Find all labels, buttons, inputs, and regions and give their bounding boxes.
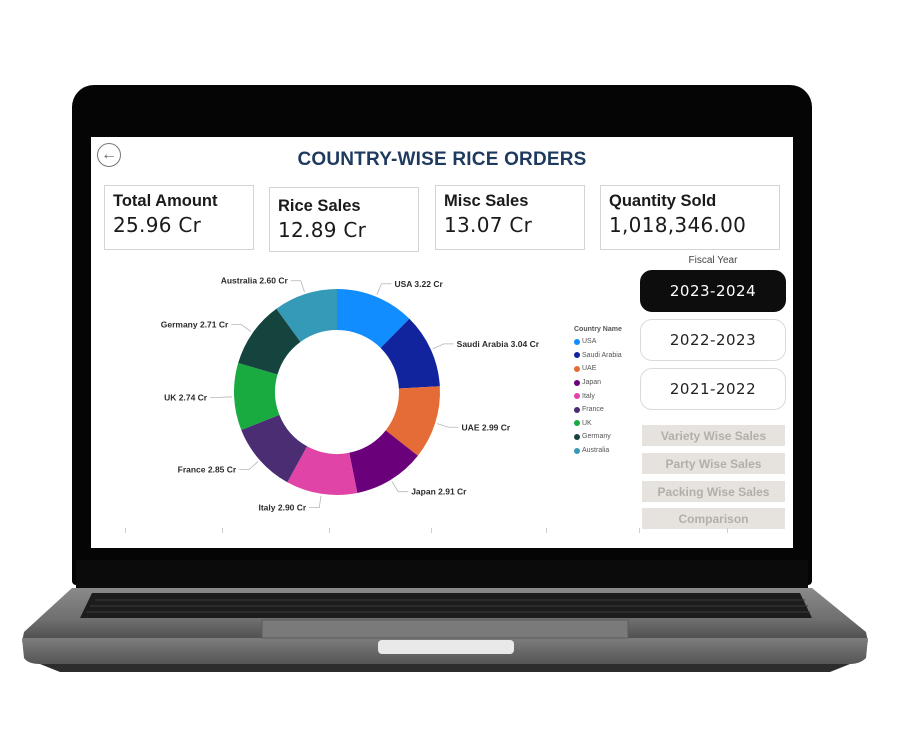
data-label-uk: UK 2.74 Cr bbox=[164, 392, 208, 402]
data-label-australia: Australia 2.60 Cr bbox=[221, 276, 289, 286]
leader-line-saudi-arabia bbox=[432, 343, 454, 350]
leader-line-france bbox=[239, 461, 259, 470]
data-label-usa: USA 3.22 Cr bbox=[394, 279, 443, 289]
legend-label: Germany bbox=[582, 433, 611, 441]
legend-label: Australia bbox=[582, 447, 610, 455]
comparison-button[interactable]: Comparison bbox=[642, 508, 785, 529]
legend-item-saudi-arabia[interactable]: Saudi Arabia bbox=[574, 349, 622, 363]
fiscal-year-option-2023-2024[interactable]: 2023-2024 bbox=[640, 270, 786, 312]
tick-mark bbox=[546, 528, 547, 533]
legend-label: Italy bbox=[582, 392, 595, 400]
legend-dot-icon bbox=[574, 447, 580, 454]
leader-line-usa bbox=[376, 283, 392, 296]
legend-item-italy[interactable]: Italy bbox=[574, 389, 622, 403]
legend-dot-icon bbox=[574, 406, 580, 413]
legend-dot-icon bbox=[574, 433, 580, 440]
trackpad bbox=[261, 619, 629, 639]
legend-label: UAE bbox=[582, 365, 597, 373]
fiscal-year-option-2022-2023[interactable]: 2022-2023 bbox=[640, 319, 786, 361]
legend-item-france[interactable]: France bbox=[574, 403, 622, 417]
data-label-france: France 2.85 Cr bbox=[178, 464, 237, 474]
data-label-japan: Japan 2.91 Cr bbox=[411, 487, 467, 497]
party-wise-sales-button[interactable]: Party Wise Sales bbox=[642, 453, 785, 474]
legend-item-germany[interactable]: Germany bbox=[574, 430, 622, 444]
tick-mark bbox=[639, 528, 640, 533]
leader-line-uae bbox=[436, 423, 459, 428]
laptop-notch bbox=[378, 640, 514, 654]
leader-line-australia bbox=[290, 280, 305, 293]
variety-wise-sales-button[interactable]: Variety Wise Sales bbox=[642, 425, 785, 446]
legend-label: Saudi Arabia bbox=[582, 351, 622, 359]
legend-dot-icon bbox=[574, 338, 580, 345]
tick-mark bbox=[727, 528, 728, 533]
legend-dot-icon bbox=[574, 393, 580, 400]
tick-mark bbox=[222, 528, 223, 533]
tick-mark bbox=[329, 528, 330, 533]
dashboard-screen: ← COUNTRY-WISE RICE ORDERS Total Amount … bbox=[91, 137, 793, 548]
fiscal-year-label: Fiscal Year bbox=[688, 255, 738, 266]
legend-dot-icon bbox=[574, 420, 580, 427]
legend-title: Country Name bbox=[574, 326, 622, 333]
legend-item-usa[interactable]: USA bbox=[574, 335, 622, 349]
laptop-base bbox=[22, 560, 868, 672]
legend-label: France bbox=[582, 406, 604, 414]
legend-item-australia[interactable]: Australia bbox=[574, 444, 622, 458]
legend-item-uk[interactable]: UK bbox=[574, 417, 622, 431]
packing-wise-sales-button[interactable]: Packing Wise Sales bbox=[642, 481, 785, 502]
tick-mark bbox=[125, 528, 126, 533]
legend-item-japan[interactable]: Japan bbox=[574, 376, 622, 390]
legend-dot-icon bbox=[574, 379, 580, 386]
data-label-germany: Germany 2.71 Cr bbox=[161, 320, 229, 330]
fiscal-year-option-2021-2022[interactable]: 2021-2022 bbox=[640, 368, 786, 410]
leader-line-japan bbox=[391, 481, 409, 493]
data-label-saudi-arabia: Saudi Arabia 3.04 Cr bbox=[457, 339, 540, 349]
leader-line-uk bbox=[210, 396, 233, 398]
data-label-uae: UAE 2.99 Cr bbox=[462, 422, 511, 432]
data-label-italy: Italy 2.90 Cr bbox=[258, 503, 306, 513]
leader-line-italy bbox=[309, 495, 322, 509]
legend-dot-icon bbox=[574, 352, 580, 359]
legend-label: UK bbox=[582, 419, 592, 427]
legend-dot-icon bbox=[574, 365, 580, 372]
tick-mark bbox=[431, 528, 432, 533]
chart-legend: Country Name USA Saudi Arabia UAE Japan Ital… bbox=[574, 326, 622, 457]
legend-label: USA bbox=[582, 338, 597, 346]
legend-item-uae[interactable]: UAE bbox=[574, 362, 622, 376]
leader-line-germany bbox=[231, 324, 252, 332]
legend-label: Japan bbox=[582, 379, 602, 387]
